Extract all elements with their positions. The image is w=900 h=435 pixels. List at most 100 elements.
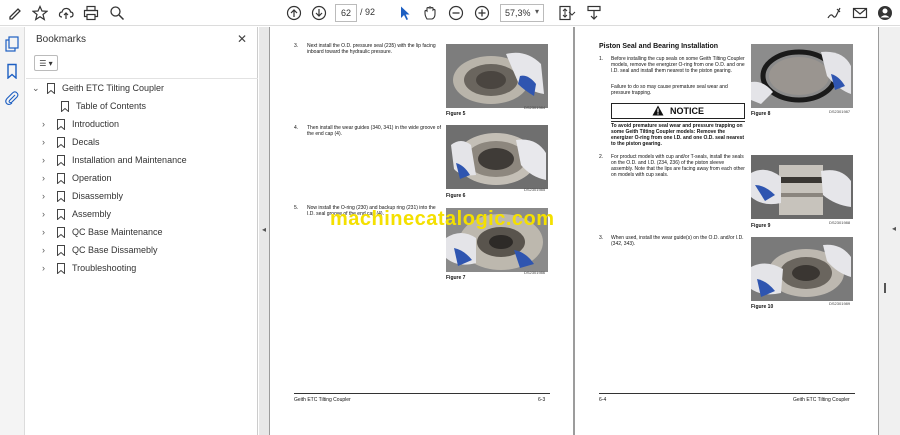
figure-id: DS2301985	[524, 187, 546, 192]
figure-5-image	[446, 44, 548, 108]
close-icon[interactable]: ✕	[237, 32, 247, 46]
step-text: When used, install the wear guide(s) on …	[611, 235, 744, 247]
bookmark-options-button[interactable]: ☰ ▾	[34, 55, 58, 71]
figure-10-image	[751, 237, 853, 301]
zoom-in-icon[interactable]	[473, 4, 491, 22]
vertical-scrollbar[interactable]	[879, 27, 900, 435]
zoom-out-icon[interactable]	[447, 4, 465, 22]
notice-text: To avoid premature seal wear and pressur…	[611, 123, 745, 147]
document-page-left: 3. Next install the O.D. pressure seal (…	[270, 27, 573, 435]
hand-tool-icon[interactable]	[421, 4, 439, 22]
bookmark-label: Installation and Maintenance	[72, 155, 187, 165]
chevron-down-icon[interactable]: ⌄	[32, 83, 42, 94]
bookmark-label: QC Base Maintenance	[72, 227, 163, 237]
chevron-right-icon[interactable]: ›	[42, 263, 52, 273]
sign-icon[interactable]	[825, 4, 843, 22]
notice-label: NOTICE	[669, 106, 704, 116]
bookmark-item-troubleshooting[interactable]: › Troubleshooting	[42, 260, 136, 276]
notice-banner: NOTICE	[611, 103, 745, 119]
notice-rule	[611, 121, 745, 122]
page-down-icon[interactable]	[310, 4, 328, 22]
bookmark-item-assembly[interactable]: › Assembly	[42, 206, 111, 222]
pages-thumbnail-icon[interactable]	[4, 36, 20, 52]
step-text: For product models with cup and/or T-sea…	[611, 154, 745, 178]
zoom-value: 57,3%	[505, 8, 531, 18]
step-text: Next install the O.D. pressure seal (235…	[307, 43, 436, 55]
chevron-right-icon[interactable]: ›	[42, 137, 52, 147]
bookmark-item-qc-base-disassembly[interactable]: › QC Base Dissamebly	[42, 242, 158, 258]
bookmark-item-operation[interactable]: › Operation	[42, 170, 112, 186]
figure-caption: Figure 8	[751, 111, 771, 117]
page-number-input[interactable]: 62	[335, 4, 357, 22]
step-note: Failure to do so may cause premature sea…	[611, 84, 728, 96]
figure-caption: Figure 9	[751, 223, 771, 229]
footer-title: Geith ETC Tilting Coupler	[294, 397, 351, 403]
step-number: 4.	[294, 125, 299, 131]
bookmark-icon	[57, 118, 65, 130]
chevron-down-icon: ▾	[534, 7, 539, 16]
page-total: 92	[365, 7, 376, 17]
chevron-right-icon[interactable]: ›	[42, 173, 52, 183]
footer-page-number: 6-4	[599, 397, 607, 403]
figure-id: DS2301988	[829, 220, 851, 225]
bookmark-item-qc-base-maintenance[interactable]: › QC Base Maintenance	[42, 224, 163, 240]
cloud-upload-icon[interactable]	[57, 4, 75, 22]
page-up-icon[interactable]	[285, 4, 303, 22]
step-text: Then install the wear guides (340, 341) …	[307, 125, 441, 137]
scroll-mode-icon[interactable]	[585, 4, 603, 22]
bookmark-label: Table of Contents	[76, 101, 147, 111]
panel-divider	[26, 78, 258, 79]
footer-title: Geith ETC Tilting Coupler	[793, 397, 850, 403]
warning-icon	[652, 105, 664, 118]
bookmark-icon	[57, 136, 65, 148]
bookmarks-panel: Bookmarks ✕ ☰ ▾ ⌄ Geith ETC Tilting Coup…	[26, 27, 258, 435]
chevron-right-icon[interactable]: ›	[42, 245, 52, 255]
scroll-thumb[interactable]	[884, 283, 886, 293]
chevron-right-icon[interactable]: ›	[42, 227, 52, 237]
bookmark-label: Assembly	[72, 209, 112, 219]
bookmark-icon	[57, 190, 65, 202]
bookmark-icon	[61, 100, 69, 112]
bookmark-label: Decals	[72, 137, 100, 147]
scroll-indicator-icon[interactable]: ◂	[892, 224, 896, 233]
figure-id: DS2301987	[829, 109, 851, 114]
panel-title: Bookmarks	[36, 34, 87, 45]
bookmark-icon	[57, 226, 65, 238]
figure-id: DS2301984	[524, 105, 546, 110]
chevron-right-icon[interactable]: ›	[42, 155, 52, 165]
bookmark-root[interactable]: ⌄ Geith ETC Tilting Coupler	[32, 80, 164, 96]
step-number: 1.	[599, 56, 604, 62]
account-icon[interactable]	[876, 4, 894, 22]
bookmarks-panel-icon[interactable]	[4, 63, 20, 80]
chevron-down-icon[interactable]	[568, 4, 576, 22]
attachments-icon[interactable]	[4, 90, 20, 106]
figure-6-image	[446, 125, 548, 189]
bookmark-item-introduction[interactable]: › Introduction	[42, 116, 119, 132]
figure-caption: Figure 10	[751, 304, 774, 310]
footer-rule	[599, 393, 855, 394]
figure-caption: Figure 7	[446, 275, 466, 281]
select-cursor-icon[interactable]	[396, 4, 414, 22]
zoom-search-icon[interactable]	[108, 4, 126, 22]
bookmark-item-installation[interactable]: › Installation and Maintenance	[42, 152, 187, 168]
document-page-right: Piston Seal and Bearing Installation 1. …	[575, 27, 878, 435]
chevron-right-icon[interactable]: ›	[42, 209, 52, 219]
collapse-panel-arrow-icon[interactable]: ◂	[262, 225, 266, 234]
bookmark-item-table-of-contents[interactable]: Table of Contents	[46, 98, 146, 114]
bookmark-item-decals[interactable]: › Decals	[42, 134, 100, 150]
mail-icon[interactable]	[851, 4, 869, 22]
print-icon[interactable]	[82, 4, 100, 22]
zoom-select[interactable]: 57,3% ▾	[500, 4, 544, 22]
bookmark-icon	[47, 82, 55, 94]
document-viewer[interactable]: 3. Next install the O.D. pressure seal (…	[269, 27, 879, 435]
figure-9-image	[751, 155, 853, 219]
star-icon[interactable]	[31, 4, 49, 22]
bookmark-icon	[57, 262, 65, 274]
chevron-right-icon[interactable]: ›	[42, 191, 52, 201]
bookmark-label: Geith ETC Tilting Coupler	[62, 83, 165, 93]
chevron-right-icon[interactable]: ›	[42, 119, 52, 129]
edit-icon[interactable]	[6, 4, 24, 22]
bookmark-label: Troubleshooting	[72, 263, 137, 273]
bookmark-label: Disassembly	[72, 191, 124, 201]
bookmark-item-disassembly[interactable]: › Disassembly	[42, 188, 123, 204]
